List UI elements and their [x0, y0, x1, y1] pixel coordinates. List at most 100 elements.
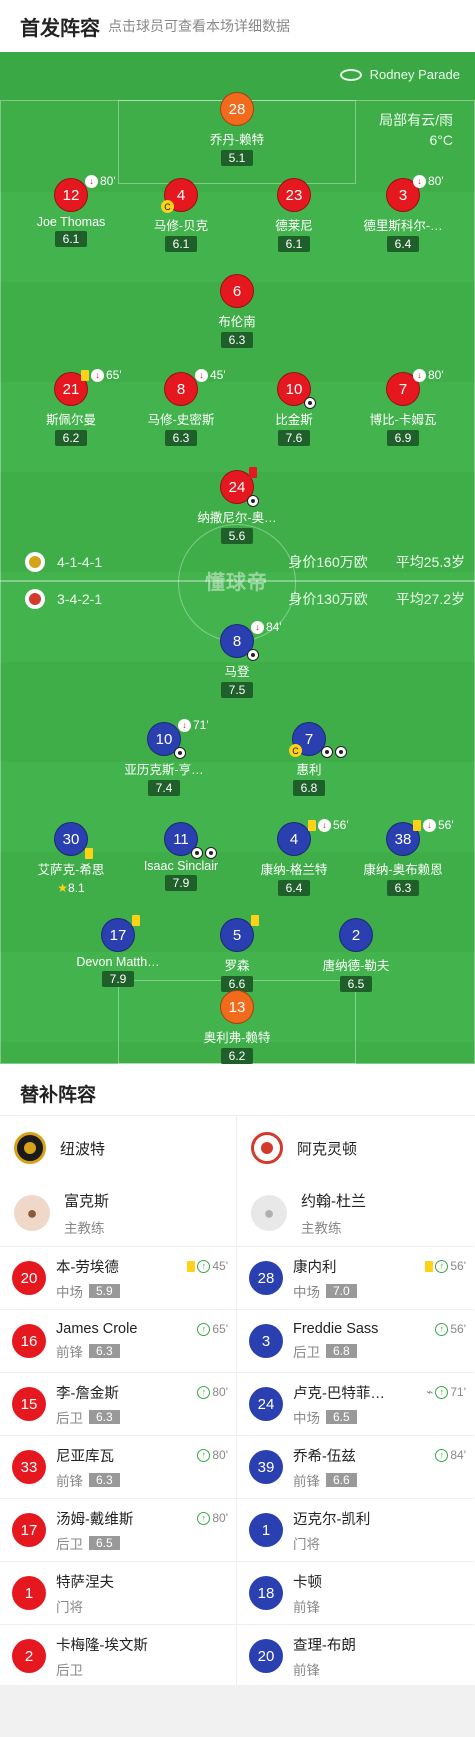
- player-number: 2: [339, 918, 373, 952]
- newport-logo-icon: [14, 1132, 46, 1164]
- player-rating: 6.4: [386, 236, 420, 252]
- player-name: 康纳-奥布赖恩: [363, 863, 443, 877]
- sub-rating: 6.5: [89, 1535, 120, 1550]
- sub-event: ↑ 56': [435, 1322, 466, 1336]
- away-team-badge-icon: [25, 589, 45, 609]
- yellow-card-icon: [187, 1260, 196, 1272]
- sub-row[interactable]: 20 本-劳埃德 中场 5.9 ↑ 45': [0, 1246, 236, 1309]
- player-home-dm[interactable]: 6 布伦南 6.3: [187, 274, 287, 349]
- player-home-rm[interactable]: 7 ↓ 80' 博比-卡姆瓦 6.9: [353, 368, 453, 447]
- sub-out-icon: ↓: [423, 818, 436, 832]
- sub-rating: 6.6: [326, 1472, 357, 1487]
- sub-position: 后卫: [293, 1345, 320, 1360]
- goal-icon: [247, 495, 259, 507]
- yellow-card-icon: [308, 819, 316, 831]
- venue-name: Rodney Parade: [369, 67, 460, 82]
- sub-event: ↓ 56': [413, 818, 454, 832]
- player-home-cb2[interactable]: 23 德莱尼 6.1: [244, 178, 344, 253]
- sub-row[interactable]: 20 查理-布朗 前锋: [237, 1624, 474, 1687]
- away-formation-row: 3-4-2-1 身价130万欧 平均27.2岁: [25, 589, 465, 609]
- coach-avatar: ●: [14, 1195, 50, 1231]
- home-team[interactable]: 纽波特: [0, 1116, 236, 1180]
- sub-row[interactable]: 39 乔希-伍兹 前锋 6.6 ↑ 84': [237, 1435, 474, 1498]
- sub-name: 乔希-伍兹: [293, 1448, 356, 1465]
- home-coach[interactable]: ● 富克斯 主教练: [0, 1180, 236, 1246]
- player-number: 28: [220, 92, 254, 126]
- sub-event: ↑ 80': [197, 1385, 228, 1399]
- sub-row[interactable]: 3 Freddie Sass 后卫 6.8 ↑ 56': [237, 1309, 474, 1372]
- sub-in-icon: ↑: [197, 1385, 211, 1399]
- sub-number: 18: [249, 1576, 283, 1610]
- player-name: Isaac Sinclair: [143, 859, 219, 873]
- player-away-am2[interactable]: 7C 惠利 6.8: [259, 722, 359, 797]
- away-team-name: 阿克灵顿: [297, 1140, 358, 1158]
- player-name: 马修-史密斯: [147, 413, 215, 427]
- player-home-st[interactable]: 24 纳撒尼尔-奥… 5.6: [187, 467, 287, 545]
- player-home-lb[interactable]: 12 ↓ 80' Joe Thomas 6.1: [21, 174, 121, 248]
- player-home-lm[interactable]: 21 ↓ 65' 斯佩尔曼 6.2: [21, 368, 122, 447]
- sub-row[interactable]: 18 卡顿前锋: [237, 1561, 474, 1624]
- player-home-cb1[interactable]: 4C 马修-贝克 6.1: [131, 178, 231, 253]
- yellow-card-icon: [413, 819, 421, 831]
- player-away-st[interactable]: 8 ↓ 84' 马登 7.5: [187, 620, 287, 699]
- home-age: 平均25.3岁: [395, 554, 465, 570]
- sub-row[interactable]: 1 特萨涅夫 门将: [0, 1561, 236, 1624]
- player-away-rm[interactable]: 38 ↓ 56' 康纳-奥布赖恩 6.3: [353, 818, 454, 897]
- player-away-lm[interactable]: 30 艾萨克-希思 ★8.1: [21, 822, 121, 897]
- player-home-gk[interactable]: 28 乔丹-赖特 5.1: [187, 92, 287, 167]
- sub-position: 前锋: [293, 1473, 320, 1489]
- player-away-cb2[interactable]: 5 罗森 6.6: [187, 915, 287, 993]
- sub-row[interactable]: 28 康内利 中场 7.0 ↑ 56': [237, 1246, 474, 1309]
- player-rating: 5.6: [220, 528, 254, 544]
- sub-in-icon: ↑: [197, 1322, 211, 1336]
- player-away-gk[interactable]: 13 奥利弗-赖特 6.2: [187, 990, 287, 1064]
- temperature: 6°C: [429, 132, 454, 148]
- sub-rating: 6.5: [326, 1409, 357, 1424]
- player-rating: 6.1: [164, 236, 198, 252]
- sub-row[interactable]: 1 迈克尔-凯利 门将: [237, 1498, 474, 1561]
- sub-position: 中场: [56, 1284, 83, 1300]
- player-away-cb1[interactable]: 17 Devon Matth… 7.9: [68, 915, 168, 988]
- yellow-card-icon: [425, 1260, 434, 1272]
- footer-area: [0, 1685, 475, 1737]
- sub-row[interactable]: 16 James Crole 前锋 6.3 ↑ 65': [0, 1309, 236, 1372]
- player-away-cb3[interactable]: 2 唐纳德-勒夫 6.5: [306, 918, 406, 993]
- page-title: 首发阵容: [20, 17, 100, 40]
- player-away-cm1[interactable]: 11 Isaac Sinclair 7.9: [131, 822, 231, 892]
- sub-number: 16: [12, 1324, 46, 1358]
- sub-position: 中场: [293, 1410, 320, 1426]
- player-number: 23: [277, 178, 311, 212]
- sub-rating: 6.3: [89, 1472, 120, 1487]
- player-away-cm2[interactable]: 4 ↓ 56' 康纳-格兰特 6.4: [244, 818, 349, 897]
- sub-name: 卡顿: [293, 1574, 322, 1591]
- sub-name: 特萨涅夫: [56, 1574, 114, 1591]
- player-rating: 7.5: [220, 682, 254, 698]
- page-subtitle: 点击球员可查看本场详细数据: [108, 18, 290, 34]
- player-name: 奥利弗-赖特: [203, 1031, 271, 1045]
- sub-row[interactable]: 24 卢克-巴特菲… 中场 6.5 ⌁ ↑ 71': [237, 1372, 474, 1435]
- player-home-cm2[interactable]: 10 比金斯 7.6: [244, 372, 344, 447]
- home-formation: 4-1-4-1: [57, 554, 103, 570]
- sub-row[interactable]: 2 卡梅隆-埃文斯 后卫: [0, 1624, 236, 1687]
- sub-name: Freddie Sass: [293, 1321, 379, 1337]
- sub-row[interactable]: 33 尼亚库瓦 前锋 6.3 ↑ 80': [0, 1435, 236, 1498]
- sub-number: 3: [249, 1324, 283, 1358]
- captain-icon: C: [161, 200, 174, 213]
- sub-position: 前锋: [56, 1345, 83, 1360]
- sub-event: ↑ 45': [187, 1259, 228, 1273]
- sub-event: ↓ 45': [195, 368, 226, 382]
- player-rating: 7.9: [101, 971, 135, 987]
- sub-position: 前锋: [293, 1599, 320, 1615]
- sub-number: 15: [12, 1387, 46, 1421]
- sub-event: ↑ 56': [425, 1259, 466, 1273]
- player-number: 13: [220, 990, 254, 1024]
- away-team[interactable]: 阿克灵顿: [237, 1116, 474, 1180]
- player-home-cm1[interactable]: 8 ↓ 45' 马修-史密斯 6.3: [131, 368, 231, 447]
- sub-row[interactable]: 15 李-詹金斯 后卫 6.3 ↑ 80': [0, 1372, 236, 1435]
- player-away-am1[interactable]: 10 ↓ 71' 亚历克斯-亨… 7.4: [114, 718, 214, 797]
- substitutes-section: 替补阵容 纽波特 ● 富克斯 主教练 20 本-劳埃德 中场 5.9 ↑ 45' 16: [0, 1064, 475, 1687]
- away-coach[interactable]: ● 约翰-杜兰 主教练: [237, 1180, 474, 1246]
- sub-event: ↓ 65': [81, 368, 122, 382]
- sub-row[interactable]: 17 汤姆-戴维斯 后卫 6.5 ↑ 80': [0, 1498, 236, 1561]
- player-home-rb[interactable]: 3 ↓ 80' 德里斯科尔-… 6.4: [353, 174, 453, 253]
